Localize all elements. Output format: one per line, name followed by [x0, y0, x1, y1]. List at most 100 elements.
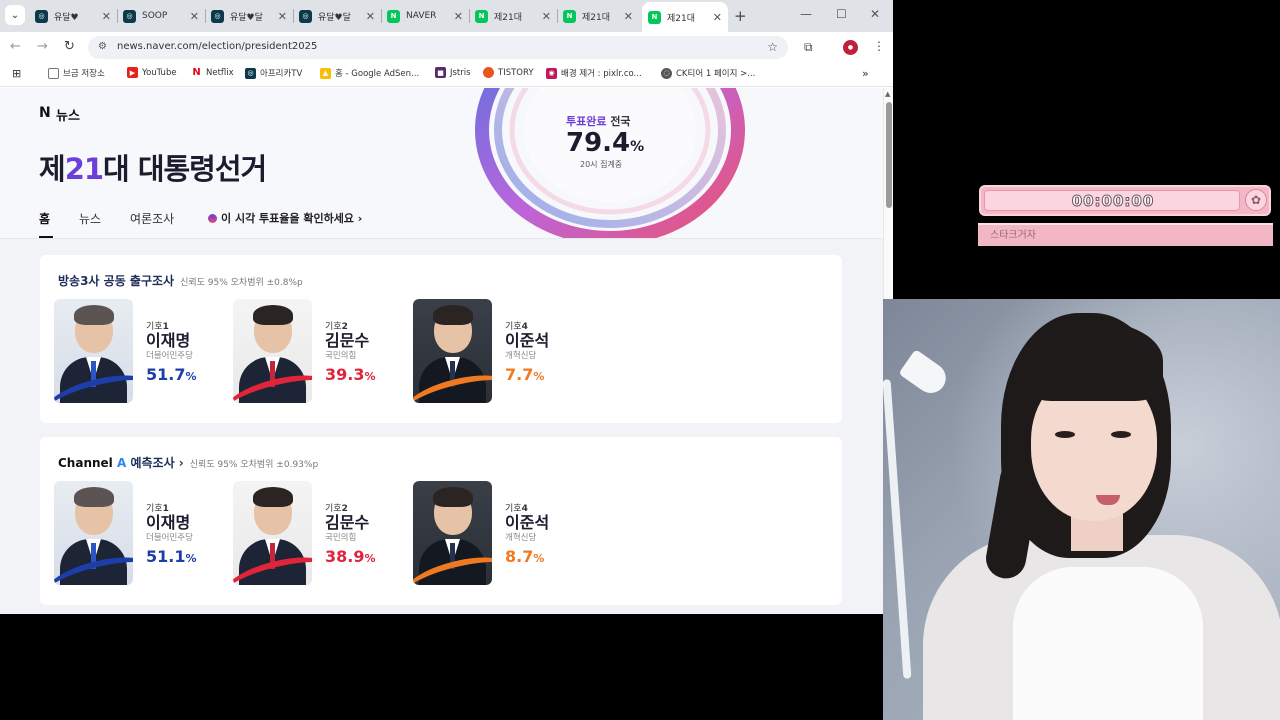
- forecast-poll-card: Channel A 예측조사 › 신뢰도 95% 오차범위 ±0.93%p 기호1…: [40, 437, 842, 605]
- naver-icon: N: [563, 9, 576, 23]
- bookmark-1[interactable]: ▶ YouTube: [127, 67, 177, 78]
- close-tab-icon[interactable]: ✕: [102, 10, 111, 23]
- candidate-name: 이재명: [146, 331, 191, 350]
- candidate-info: 기호4 이준석 개혁신당 8.7%: [505, 501, 549, 570]
- minimize-icon[interactable]: —: [800, 7, 812, 21]
- forward-icon[interactable]: →: [37, 39, 48, 54]
- candidate-percent: 39.3%: [325, 365, 376, 384]
- close-tab-icon[interactable]: ✕: [454, 10, 463, 23]
- bookmark-8[interactable]: ◌ CK티어 1 페이지 >...: [661, 67, 755, 79]
- turnout-check-link[interactable]: 이 시각 투표율을 확인하세요 ›: [208, 210, 362, 226]
- candidate-card[interactable]: 기호4 이준석 개혁신당 8.7%: [413, 481, 583, 587]
- tab-2[interactable]: ◎ 유달♥달 ✕: [205, 3, 293, 29]
- nav-home-underline: [39, 236, 53, 238]
- candidate-name: 김문수: [325, 331, 370, 350]
- folder-icon: [48, 67, 59, 79]
- browser-toolbar: ← → ↻ ⚙ news.naver.com/election/presiden…: [0, 32, 893, 61]
- bookmark-4[interactable]: ▲ 홈 - Google AdSen...: [320, 67, 419, 79]
- jstris-icon: ■: [435, 67, 446, 78]
- close-tab-icon[interactable]: ✕: [278, 10, 287, 23]
- candidate-photo: [54, 299, 133, 403]
- close-tab-icon[interactable]: ✕: [542, 10, 551, 23]
- candidate-photo: [233, 299, 312, 403]
- tab-title: SOOP: [142, 11, 168, 21]
- candidate-party: 개혁신당: [505, 351, 537, 361]
- apps-grid-icon[interactable]: ⊞: [12, 67, 21, 80]
- tab-search-icon[interactable]: ⌄: [5, 5, 25, 25]
- bookmark-5[interactable]: ■ Jstris: [435, 67, 471, 78]
- candidate-name: 김문수: [325, 513, 370, 532]
- scroll-up-icon[interactable]: ▲: [885, 90, 890, 98]
- tab-0[interactable]: ◎ 유달♥ ✕: [29, 3, 117, 29]
- news-logo[interactable]: 뉴스: [56, 105, 80, 124]
- bookmark-6[interactable]: TISTORY: [483, 67, 534, 78]
- new-tab-icon[interactable]: +: [734, 7, 747, 25]
- tab-title: 유달♥달: [230, 12, 263, 23]
- candidate-card[interactable]: 기호2 김문수 국민의힘 38.9%: [233, 481, 403, 587]
- nav-home[interactable]: 홈: [39, 210, 50, 227]
- soop-icon: ◎: [35, 9, 48, 23]
- tab-1[interactable]: ◎ SOOP ✕: [117, 3, 205, 29]
- site-info-icon[interactable]: ⚙: [98, 41, 107, 52]
- soop-icon: ◎: [299, 9, 312, 23]
- candidate-info: 기호2 김문수 국민의힘 39.3%: [325, 319, 376, 388]
- tab-7-active[interactable]: N 제21대 ✕: [642, 2, 728, 32]
- candidate-photo: [54, 481, 133, 585]
- candidate-info: 기호2 김문수 국민의힘 38.9%: [325, 501, 376, 570]
- scrollbar-thumb[interactable]: [886, 102, 892, 208]
- candidate-photo: [413, 481, 492, 585]
- bookmark-star-icon[interactable]: ☆: [767, 40, 778, 54]
- url-text[interactable]: news.naver.com/election/president2025: [117, 41, 317, 52]
- tab-5[interactable]: N 제21대 ✕: [469, 3, 557, 29]
- profile-avatar-icon[interactable]: ●: [843, 40, 858, 55]
- bookmarks-bar: ⊞ 브금 저장소 ▶ YouTube N Netflix ◎ 아프리카TV ▲ 홈 - …: [0, 61, 893, 87]
- bookmark-3[interactable]: ◎ 아프리카TV: [245, 67, 302, 79]
- candidate-party: 더불어민주당: [146, 351, 193, 361]
- close-tab-icon[interactable]: ✕: [366, 10, 375, 23]
- tab-title: 제21대: [494, 12, 523, 23]
- naver-n-logo[interactable]: N: [39, 105, 51, 121]
- nav-polls[interactable]: 여론조사: [130, 210, 174, 227]
- tab-6[interactable]: N 제21대 ✕: [557, 3, 639, 29]
- address-bar[interactable]: ⚙ news.naver.com/election/president2025 …: [88, 36, 788, 59]
- close-tab-icon[interactable]: ✕: [190, 10, 199, 23]
- candidate-card[interactable]: 기호2 김문수 국민의힘 39.3%: [233, 299, 403, 405]
- bookmark-2[interactable]: N Netflix: [191, 67, 233, 78]
- card-title[interactable]: Channel A 예측조사 › 신뢰도 95% 오차범위 ±0.93%p: [58, 454, 318, 471]
- extensions-icon[interactable]: ⧉: [804, 40, 813, 55]
- turnout-label: 투표완료 전국: [566, 115, 631, 128]
- timer-display: 00:00:00: [984, 190, 1240, 211]
- candidate-party: 개혁신당: [505, 533, 537, 543]
- naver-icon: N: [387, 9, 400, 23]
- browser-window: ⌄ ◎ 유달♥ ✕ ◎ SOOP ✕ ◎ 유달♥달 ✕ ◎ 유달♥달 ✕ N N…: [0, 0, 893, 614]
- menu-icon[interactable]: ⋮: [873, 39, 885, 53]
- candidate-card[interactable]: 기호1 이재명 더불어민주당 51.1%: [54, 481, 224, 587]
- candidate-card[interactable]: 기호4 이준석 개혁신당 7.7%: [413, 299, 583, 405]
- maximize-icon[interactable]: ☐: [836, 7, 847, 21]
- close-tab-icon[interactable]: ✕: [713, 11, 722, 24]
- bookmark-7[interactable]: ◉ 배경 제거 : pixlr.co...: [546, 67, 642, 79]
- close-tab-icon[interactable]: ✕: [624, 10, 633, 23]
- window-close-icon[interactable]: ✕: [870, 7, 880, 21]
- globe-icon: ◌: [661, 67, 672, 79]
- page-title: 제21대 대통령선거: [39, 152, 267, 186]
- soop-icon: ◎: [245, 67, 256, 79]
- candidate-photo: [413, 299, 492, 403]
- reload-icon[interactable]: ↻: [64, 39, 75, 54]
- candidate-percent: 38.9%: [325, 547, 376, 566]
- candidate-percent: 51.7%: [146, 365, 197, 384]
- timer-text: 00:00:00: [1071, 192, 1155, 211]
- candidate-info: 기호1 이재명 더불어민주당 51.7%: [146, 319, 197, 388]
- nav-news[interactable]: 뉴스: [79, 210, 101, 227]
- tab-3[interactable]: ◎ 유달♥달 ✕: [293, 3, 381, 29]
- candidate-info: 기호4 이준석 개혁신당 7.7%: [505, 319, 549, 388]
- banner-text: 스타크거자: [990, 230, 1036, 241]
- turnout-time: 20시 집계중: [580, 160, 623, 169]
- tab-4[interactable]: N NAVER ✕: [381, 3, 469, 29]
- bookmark-0[interactable]: 브금 저장소: [48, 67, 105, 79]
- candidate-card[interactable]: 기호1 이재명 더불어민주당 51.7%: [54, 299, 224, 405]
- candidate-percent: 8.7%: [505, 547, 545, 566]
- card-title[interactable]: 방송3사 공동 출구조사 신뢰도 95% 오차범위 ±0.8%p: [58, 272, 303, 289]
- back-icon[interactable]: ←: [10, 39, 21, 54]
- more-bookmarks-icon[interactable]: »: [862, 67, 869, 80]
